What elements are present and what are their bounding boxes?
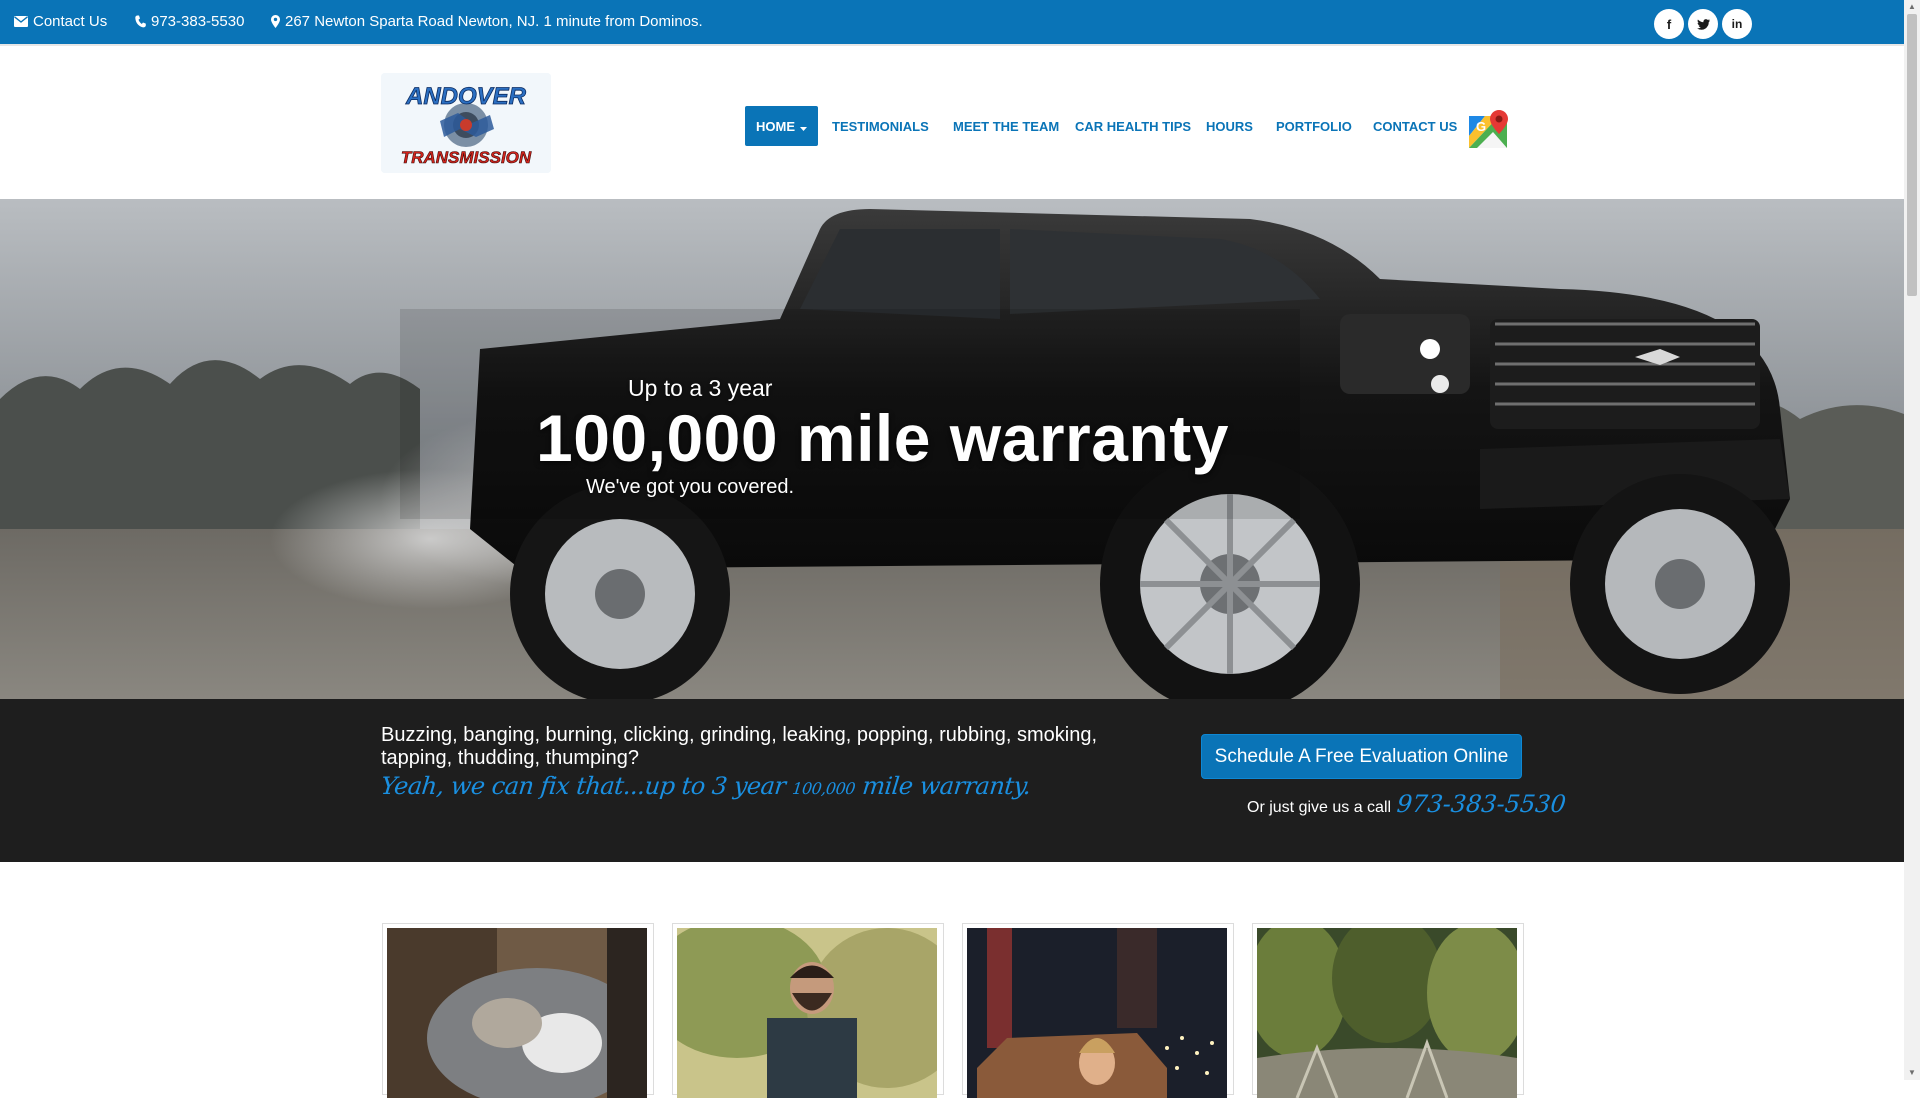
- svg-text:ANDOVER: ANDOVER: [405, 83, 527, 110]
- phone-icon: [135, 15, 146, 28]
- feature-card-1[interactable]: [382, 923, 654, 1098]
- top-info-bar: Contact Us 973-383-5530 267 Newton Spart…: [0, 0, 1904, 44]
- tagline-part-b: mile warranty.: [853, 772, 1033, 800]
- linkedin-icon[interactable]: in: [1722, 9, 1752, 39]
- nav-car-health-tips[interactable]: CAR HEALTH TIPS: [1075, 119, 1191, 134]
- feature-card-4[interactable]: [1252, 923, 1524, 1098]
- tagline-part-a: Yeah, we can fix that...up to 3 year: [379, 772, 795, 800]
- hero-banner: Up to a 3 year 100,000 mile warranty We'…: [0, 199, 1904, 699]
- phone-number: 973-383-5530: [151, 13, 245, 30]
- forest-photo: [1257, 928, 1517, 1098]
- feature-card-2[interactable]: [672, 923, 944, 1098]
- envelope-icon: [14, 16, 28, 27]
- nav-home[interactable]: HOME: [745, 106, 818, 146]
- call-number-link[interactable]: 973-383-5530: [1396, 790, 1568, 818]
- tagline-number: 100,000: [791, 779, 857, 798]
- svg-text:G: G: [1476, 119, 1486, 134]
- hero-title: 100,000 mile warranty: [536, 401, 1229, 475]
- twitter-icon[interactable]: [1688, 9, 1718, 39]
- map-marker-icon: [271, 15, 280, 28]
- hero-eyebrow: Up to a 3 year: [628, 375, 773, 401]
- warranty-tagline: Yeah, we can fix that...up to 3 year 100…: [380, 772, 1033, 800]
- call-line: Or just give us a call 973-383-5530: [1247, 790, 1568, 818]
- call-prefix: Or just give us a call: [1247, 799, 1392, 816]
- address-text: 267 Newton Sparta Road Newton, NJ. 1 min…: [285, 13, 703, 30]
- schedule-evaluation-button[interactable]: Schedule A Free Evaluation Online: [1201, 734, 1522, 779]
- hero-subtitle: We've got you covered.: [586, 476, 795, 498]
- symptoms-text: Buzzing, banging, burning, clicking, gri…: [381, 724, 1098, 769]
- contact-us-label: Contact Us: [33, 13, 108, 30]
- classic-car-photo: [967, 928, 1227, 1098]
- mechanic-photo: [387, 928, 647, 1098]
- service-band: Buzzing, banging, burning, clicking, gri…: [0, 699, 1904, 862]
- nav-testimonials[interactable]: TESTIMONIALS: [832, 119, 929, 134]
- contact-us-link[interactable]: Contact Us: [14, 13, 107, 30]
- nav-contact-us[interactable]: CONTACT US: [1373, 119, 1457, 134]
- address-link[interactable]: 267 Newton Sparta Road Newton, NJ. 1 min…: [271, 13, 703, 30]
- andover-transmission-logo[interactable]: ANDOVER TRANSMISSION: [381, 73, 551, 173]
- caret-down-icon: [800, 119, 807, 134]
- bearded-man-photo: [677, 928, 937, 1098]
- phone-link[interactable]: 973-383-5530: [135, 13, 244, 30]
- scroll-up-arrow-icon[interactable]: ▲: [1907, 2, 1917, 12]
- site-header: ANDOVER TRANSMISSION HOME TESTIMONIALS M…: [0, 44, 1904, 199]
- facebook-icon[interactable]: f: [1654, 9, 1684, 39]
- nav-home-label: HOME: [756, 118, 795, 134]
- google-maps-icon[interactable]: G: [1467, 108, 1511, 152]
- nav-portfolio[interactable]: PORTFOLIO: [1276, 119, 1352, 134]
- feature-card-3[interactable]: [962, 923, 1234, 1098]
- nav-meet-the-team[interactable]: MEET THE TEAM: [953, 119, 1059, 134]
- svg-text:TRANSMISSION: TRANSMISSION: [401, 148, 532, 167]
- scrollbar-thumb[interactable]: [1907, 14, 1917, 296]
- scroll-down-arrow-icon[interactable]: ▼: [1907, 1068, 1917, 1078]
- nav-hours[interactable]: HOURS: [1206, 119, 1253, 134]
